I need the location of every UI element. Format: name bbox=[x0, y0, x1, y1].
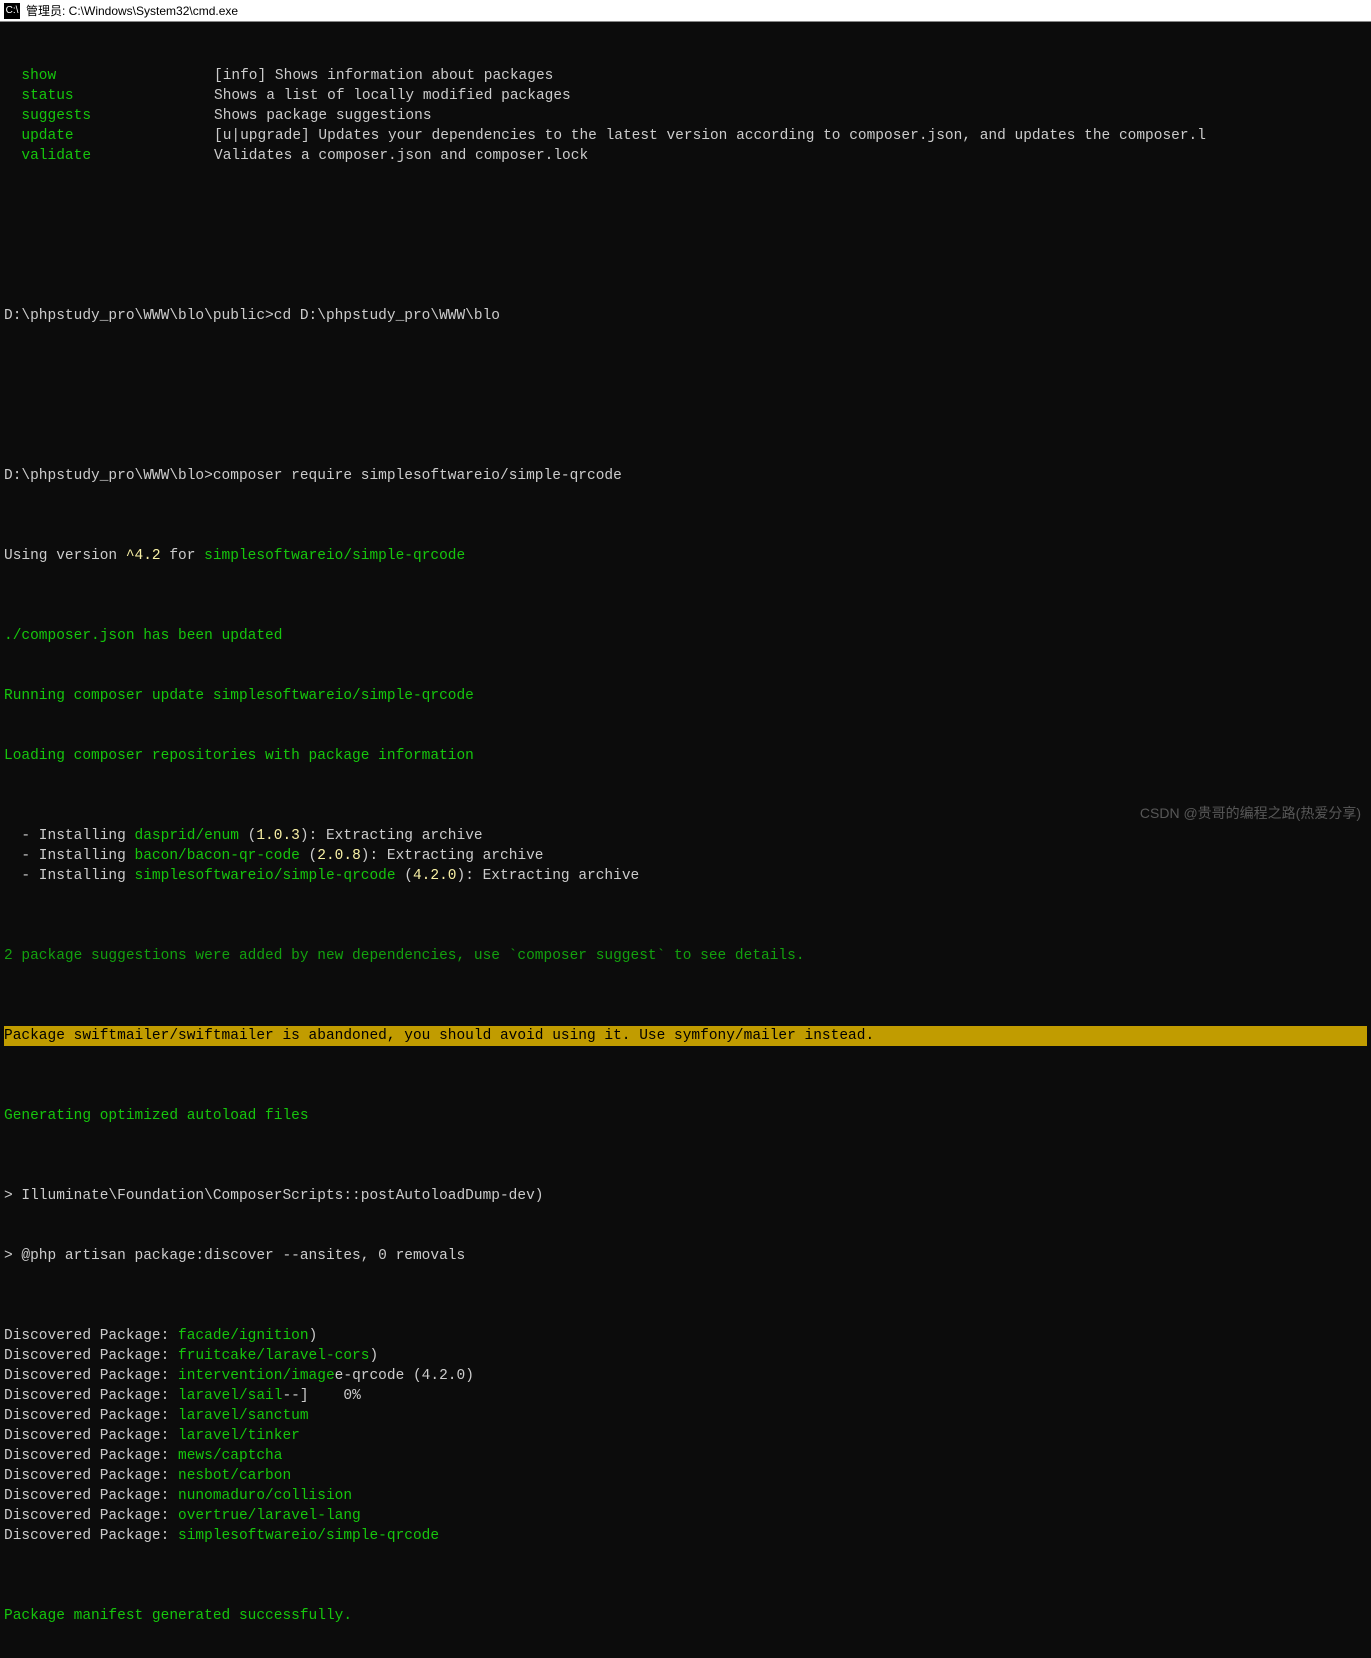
discovered-row: Discovered Package: nunomaduro/collision bbox=[4, 1486, 1367, 1506]
watermark: CSDN @贵哥的编程之路(热爱分享) bbox=[1140, 803, 1361, 823]
discovered-label: Discovered Package: bbox=[4, 1468, 178, 1484]
loading-msg: Loading composer repositories with packa… bbox=[4, 746, 1367, 766]
discovered-pkg: mews/captcha bbox=[178, 1448, 282, 1464]
discovered-pkg: simplesoftwareio/simple-qrcode bbox=[178, 1528, 439, 1544]
help-desc: Shows a list of locally modified package… bbox=[214, 88, 571, 104]
install-row: - Installing bacon/bacon-qr-code (2.0.8)… bbox=[4, 846, 1367, 866]
install-paren: ( bbox=[396, 868, 413, 884]
help-desc: [info] Shows information about packages bbox=[214, 68, 553, 84]
install-pkg: simplesoftwareio/simple-qrcode bbox=[135, 868, 396, 884]
discovered-label: Discovered Package: bbox=[4, 1488, 178, 1504]
generating-msg: Generating optimized autoload files bbox=[4, 1106, 1367, 1126]
help-desc: Validates a composer.json and composer.l… bbox=[214, 148, 588, 164]
terminal-output[interactable]: show[info] Shows information about packa… bbox=[0, 22, 1371, 1658]
install-ver: 1.0.3 bbox=[256, 828, 300, 844]
discovered-row: Discovered Package: intervention/imagee-… bbox=[4, 1366, 1367, 1386]
discovered-pkg: fruitcake/laravel-cors bbox=[178, 1348, 369, 1364]
discovered-tail: e-qrcode (4.2.0) bbox=[335, 1368, 474, 1384]
cmd-icon: C:\ bbox=[4, 3, 20, 19]
running-msg: Running composer update simplesoftwareio… bbox=[4, 686, 1367, 706]
discovered-row: Discovered Package: mews/captcha bbox=[4, 1446, 1367, 1466]
discovered-label: Discovered Package: bbox=[4, 1408, 178, 1424]
using-mid: for bbox=[161, 548, 205, 564]
help-cmd: validate bbox=[4, 146, 214, 166]
discovered-label: Discovered Package: bbox=[4, 1448, 178, 1464]
discovered-pkg: laravel/sanctum bbox=[178, 1408, 309, 1424]
suggest-msg: 2 package suggestions were added by new … bbox=[4, 946, 1367, 966]
install-ver: 4.2.0 bbox=[413, 868, 457, 884]
install-paren: ( bbox=[239, 828, 256, 844]
help-cmd: status bbox=[4, 86, 214, 106]
install-prefix: - Installing bbox=[4, 828, 135, 844]
discovered-tail: ) bbox=[369, 1348, 378, 1364]
discovered-tail: --] 0% bbox=[282, 1388, 360, 1404]
discovered-pkg: nesbot/carbon bbox=[178, 1468, 291, 1484]
discovered-row: Discovered Package: overtrue/laravel-lan… bbox=[4, 1506, 1367, 1526]
install-paren: ( bbox=[300, 848, 317, 864]
help-desc: Shows package suggestions bbox=[214, 108, 432, 124]
help-cmd: suggests bbox=[4, 106, 214, 126]
help-desc: [u|upgrade] Updates your dependencies to… bbox=[214, 128, 1206, 144]
help-row: update[u|upgrade] Updates your dependenc… bbox=[4, 126, 1367, 146]
discovered-label: Discovered Package: bbox=[4, 1388, 178, 1404]
discovered-pkg: nunomaduro/collision bbox=[178, 1488, 352, 1504]
install-ver: 2.0.8 bbox=[317, 848, 361, 864]
discovered-tail: ) bbox=[309, 1328, 318, 1344]
discovered-label: Discovered Package: bbox=[4, 1368, 178, 1384]
discovered-row: Discovered Package: simplesoftwareio/sim… bbox=[4, 1526, 1367, 1546]
discovered-pkg: laravel/tinker bbox=[178, 1428, 300, 1444]
manifest-msg: Package manifest generated successfully. bbox=[4, 1606, 1367, 1626]
install-tail: ): Extracting archive bbox=[361, 848, 544, 864]
install-tail: ): Extracting archive bbox=[457, 868, 640, 884]
updated-msg: ./composer.json has been updated bbox=[4, 626, 1367, 646]
install-row: - Installing simplesoftwareio/simple-qrc… bbox=[4, 866, 1367, 886]
title-label: 管理员: C:\Windows\System32\cmd.exe bbox=[26, 1, 238, 21]
install-pkg: dasprid/enum bbox=[135, 828, 239, 844]
discovered-row: Discovered Package: nesbot/carbon bbox=[4, 1466, 1367, 1486]
cmd-2: composer require simplesoftwareio/simple… bbox=[213, 468, 622, 484]
help-row: validateValidates a composer.json and co… bbox=[4, 146, 1367, 166]
script-2: > @php artisan package:discover --ansite… bbox=[4, 1246, 1367, 1266]
help-row: suggestsShows package suggestions bbox=[4, 106, 1367, 126]
install-tail: ): Extracting archive bbox=[300, 828, 483, 844]
discovered-row: Discovered Package: fruitcake/laravel-co… bbox=[4, 1346, 1367, 1366]
discovered-row: Discovered Package: laravel/sail--] 0% bbox=[4, 1386, 1367, 1406]
discovered-row: Discovered Package: laravel/tinker bbox=[4, 1426, 1367, 1446]
discovered-pkg: overtrue/laravel-lang bbox=[178, 1508, 361, 1524]
using-pkg: simplesoftwareio/simple-qrcode bbox=[204, 548, 465, 564]
discovered-pkg: laravel/sail bbox=[178, 1388, 282, 1404]
cmd-1: cd D:\phpstudy_pro\WWW\blo bbox=[274, 308, 500, 324]
title-bar[interactable]: C:\ 管理员: C:\Windows\System32\cmd.exe bbox=[0, 0, 1371, 22]
install-prefix: - Installing bbox=[4, 868, 135, 884]
using-prefix: Using version bbox=[4, 548, 126, 564]
discovered-pkg: facade/ignition bbox=[178, 1328, 309, 1344]
discovered-label: Discovered Package: bbox=[4, 1508, 178, 1524]
help-cmd: update bbox=[4, 126, 214, 146]
help-cmd: show bbox=[4, 66, 214, 86]
help-row: statusShows a list of locally modified p… bbox=[4, 86, 1367, 106]
discovered-row: Discovered Package: laravel/sanctum bbox=[4, 1406, 1367, 1426]
help-row: show[info] Shows information about packa… bbox=[4, 66, 1367, 86]
prompt-1: D:\phpstudy_pro\WWW\blo\public> bbox=[4, 308, 274, 324]
install-prefix: - Installing bbox=[4, 848, 135, 864]
discovered-pkg: intervention/image bbox=[178, 1368, 335, 1384]
install-pkg: bacon/bacon-qr-code bbox=[135, 848, 300, 864]
discovered-label: Discovered Package: bbox=[4, 1528, 178, 1544]
install-row: - Installing dasprid/enum (1.0.3): Extra… bbox=[4, 826, 1367, 846]
abandoned-warning: Package swiftmailer/swiftmailer is aband… bbox=[4, 1026, 1367, 1046]
discovered-row: Discovered Package: facade/ignition) bbox=[4, 1326, 1367, 1346]
script-1: > Illuminate\Foundation\ComposerScripts:… bbox=[4, 1186, 1367, 1206]
discovered-label: Discovered Package: bbox=[4, 1348, 178, 1364]
prompt-2: D:\phpstudy_pro\WWW\blo> bbox=[4, 468, 213, 484]
discovered-label: Discovered Package: bbox=[4, 1428, 178, 1444]
discovered-label: Discovered Package: bbox=[4, 1328, 178, 1344]
using-ver: ^4.2 bbox=[126, 548, 161, 564]
